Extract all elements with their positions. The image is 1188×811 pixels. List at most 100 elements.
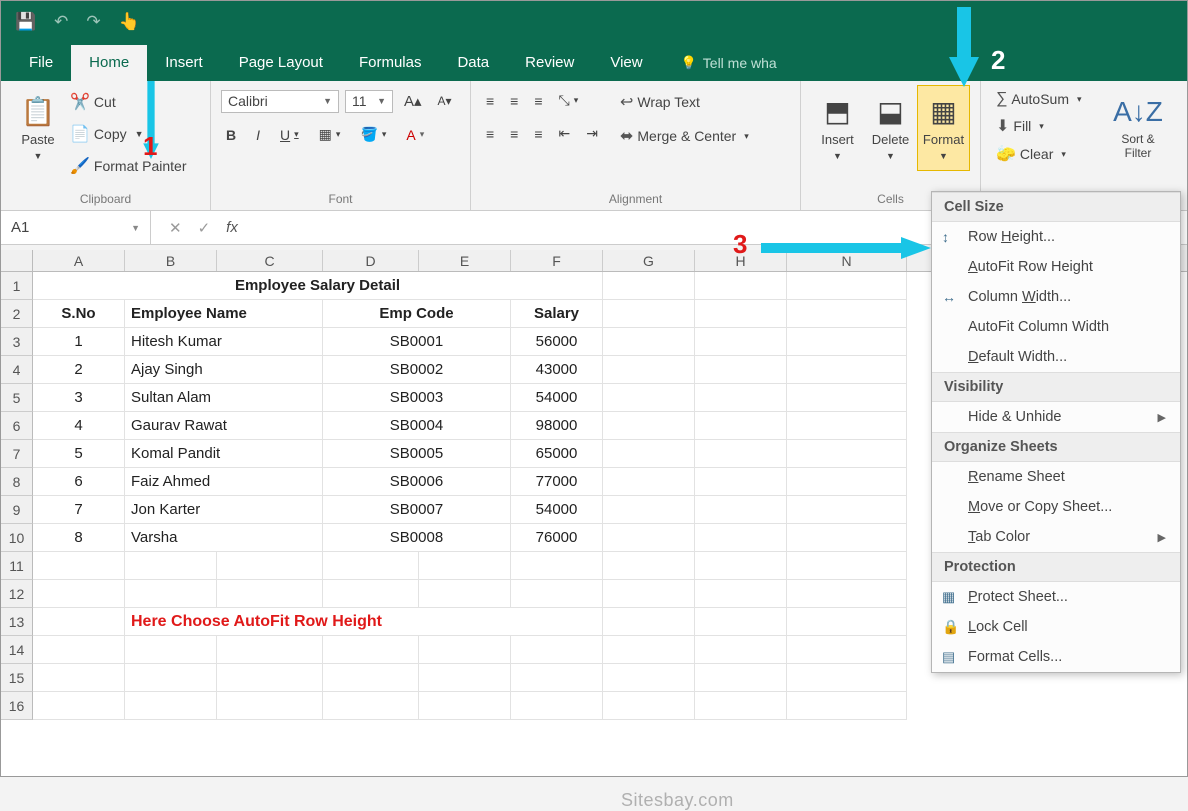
cell[interactable] xyxy=(787,580,907,608)
cell[interactable]: Komal Pandit xyxy=(125,440,323,468)
cell[interactable] xyxy=(787,552,907,580)
wrap-text-button[interactable]: ↩Wrap Text xyxy=(615,89,754,115)
cell[interactable] xyxy=(787,440,907,468)
cell[interactable] xyxy=(217,692,323,720)
cell[interactable]: SB0001 xyxy=(323,328,511,356)
cell[interactable] xyxy=(217,580,323,608)
cell[interactable] xyxy=(511,692,603,720)
cell[interactable] xyxy=(511,636,603,664)
align-top-icon[interactable]: ≡ xyxy=(481,90,499,112)
menu-move-copy[interactable]: Move or Copy Sheet... xyxy=(932,492,1180,522)
cell[interactable] xyxy=(511,580,603,608)
menu-default-width[interactable]: Default Width... xyxy=(932,342,1180,372)
cell[interactable]: 2 xyxy=(33,356,125,384)
font-color-button[interactable]: A▾ xyxy=(401,124,429,146)
col-header[interactable]: E xyxy=(419,250,511,271)
row-header[interactable]: 4 xyxy=(1,356,33,384)
cell[interactable]: Varsha xyxy=(125,524,323,552)
cell[interactable] xyxy=(511,664,603,692)
row-header[interactable]: 3 xyxy=(1,328,33,356)
cell[interactable]: Salary xyxy=(511,300,603,328)
autosum-button[interactable]: ∑AutoSum▾ xyxy=(991,87,1087,111)
menu-autofit-column-width[interactable]: AutoFit Column Width xyxy=(932,312,1180,342)
cell[interactable]: Here Choose AutoFit Row Height xyxy=(125,608,603,636)
cell[interactable] xyxy=(33,608,125,636)
cell[interactable] xyxy=(787,608,907,636)
cell[interactable] xyxy=(323,664,419,692)
sort-filter-button[interactable]: A↓ZSort & Filter xyxy=(1111,85,1165,171)
cell[interactable] xyxy=(33,580,125,608)
cell[interactable]: Hitesh Kumar xyxy=(125,328,323,356)
format-painter-button[interactable]: 🖌️Format Painter xyxy=(65,153,192,179)
clear-button[interactable]: 🧽Clear▾ xyxy=(991,141,1071,167)
cell[interactable]: SB0007 xyxy=(323,496,511,524)
cell[interactable]: Sultan Alam xyxy=(125,384,323,412)
cell[interactable]: 43000 xyxy=(511,356,603,384)
cell[interactable] xyxy=(787,468,907,496)
row-header[interactable]: 6 xyxy=(1,412,33,440)
row-header[interactable]: 7 xyxy=(1,440,33,468)
cell[interactable]: 8 xyxy=(33,524,125,552)
cell[interactable] xyxy=(603,412,695,440)
cell[interactable] xyxy=(603,664,695,692)
cell[interactable]: Ajay Singh xyxy=(125,356,323,384)
cell[interactable] xyxy=(695,580,787,608)
row-header[interactable]: 2 xyxy=(1,300,33,328)
cell[interactable] xyxy=(695,692,787,720)
cell[interactable]: SB0002 xyxy=(323,356,511,384)
cell[interactable]: SB0003 xyxy=(323,384,511,412)
cell[interactable] xyxy=(323,692,419,720)
cell[interactable] xyxy=(419,580,511,608)
cell[interactable]: 1 xyxy=(33,328,125,356)
row-header[interactable]: 15 xyxy=(1,664,33,692)
cell[interactable]: S.No xyxy=(33,300,125,328)
menu-column-width[interactable]: ↔Column Width... xyxy=(932,282,1180,312)
cell[interactable] xyxy=(323,636,419,664)
cell[interactable] xyxy=(603,272,695,300)
cell[interactable] xyxy=(419,552,511,580)
cell[interactable]: 4 xyxy=(33,412,125,440)
cell[interactable] xyxy=(603,636,695,664)
col-header[interactable]: F xyxy=(511,250,603,271)
fill-color-button[interactable]: 🪣▾ xyxy=(355,123,391,146)
menu-protect-sheet[interactable]: ▦Protect Sheet... xyxy=(932,582,1180,612)
cell[interactable] xyxy=(419,664,511,692)
merge-center-button[interactable]: ⬌Merge & Center▾ xyxy=(615,123,754,149)
tab-home[interactable]: Home xyxy=(71,45,147,81)
decrease-font-icon[interactable]: A▾ xyxy=(433,91,457,111)
cell[interactable] xyxy=(33,664,125,692)
col-header[interactable]: A xyxy=(33,250,125,271)
cell[interactable] xyxy=(787,384,907,412)
row-header[interactable]: 16 xyxy=(1,692,33,720)
row-header[interactable]: 14 xyxy=(1,636,33,664)
cell[interactable]: Jon Karter xyxy=(125,496,323,524)
italic-button[interactable]: I xyxy=(251,124,265,146)
cell[interactable] xyxy=(125,664,217,692)
cell[interactable] xyxy=(695,496,787,524)
cell[interactable]: SB0004 xyxy=(323,412,511,440)
cell[interactable] xyxy=(787,272,907,300)
row-header[interactable]: 1 xyxy=(1,272,33,300)
cell[interactable] xyxy=(217,552,323,580)
cell[interactable] xyxy=(603,328,695,356)
cell[interactable]: 77000 xyxy=(511,468,603,496)
tab-view[interactable]: View xyxy=(592,45,660,81)
tab-insert[interactable]: Insert xyxy=(147,45,221,81)
undo-icon[interactable]: ↶ xyxy=(54,12,68,32)
font-name-select[interactable]: Calibri▼ xyxy=(221,90,339,113)
cell[interactable] xyxy=(695,608,787,636)
row-header[interactable]: 5 xyxy=(1,384,33,412)
save-icon[interactable]: 💾 xyxy=(15,12,36,32)
cell[interactable] xyxy=(787,524,907,552)
copy-button[interactable]: 📄Copy▼ xyxy=(65,121,192,147)
underline-button[interactable]: U ▾ xyxy=(275,124,304,146)
cell[interactable] xyxy=(787,636,907,664)
row-header[interactable]: 9 xyxy=(1,496,33,524)
align-center-icon[interactable]: ≡ xyxy=(505,123,523,145)
row-header[interactable]: 8 xyxy=(1,468,33,496)
align-middle-icon[interactable]: ≡ xyxy=(505,90,523,112)
cell[interactable] xyxy=(603,552,695,580)
cell[interactable] xyxy=(787,692,907,720)
decrease-indent-icon[interactable]: ⇤ xyxy=(554,122,576,145)
touch-mode-icon[interactable]: 👆 xyxy=(119,12,140,32)
